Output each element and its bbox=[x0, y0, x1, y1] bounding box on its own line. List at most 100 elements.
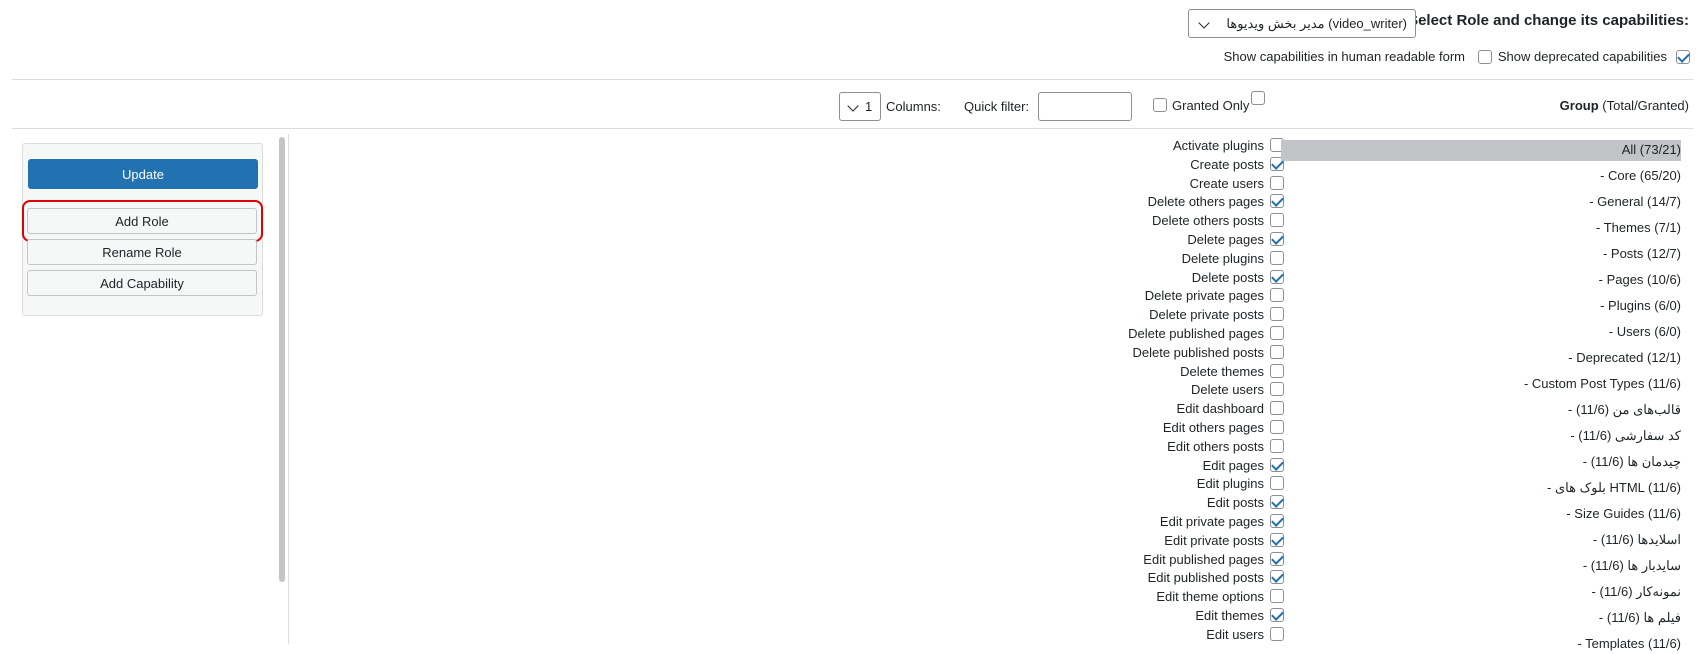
capability-checkbox[interactable] bbox=[1270, 382, 1284, 397]
group-item[interactable]: - Deprecated (12/1) bbox=[1568, 348, 1681, 368]
capability-checkbox[interactable] bbox=[1270, 495, 1284, 510]
capability-label: Edit published posts bbox=[1147, 570, 1264, 586]
capability-checkbox[interactable] bbox=[1270, 589, 1284, 604]
update-button[interactable]: Update bbox=[28, 159, 258, 189]
divider bbox=[12, 79, 1693, 80]
group-item[interactable]: - Size Guides (11/6) bbox=[1566, 504, 1681, 524]
group-header-rest: (Total/Granted) bbox=[1598, 98, 1689, 113]
capability-label: Delete users bbox=[1191, 382, 1264, 398]
granted-only-extra-checkbox[interactable] bbox=[1251, 91, 1265, 105]
chevron-down-icon bbox=[847, 100, 859, 112]
columns-select-value: 1 bbox=[865, 99, 873, 114]
group-item[interactable]: - Pages (10/6) bbox=[1599, 270, 1681, 290]
capability-checkbox[interactable] bbox=[1270, 626, 1284, 641]
capability-checkbox[interactable] bbox=[1270, 551, 1284, 566]
group-item[interactable]: - فیلم ها (11/6) bbox=[1599, 608, 1681, 628]
role-select-value: مدیر بخش ویدیوها (video_writer) bbox=[1226, 16, 1407, 31]
capability-label: Edit dashboard bbox=[1176, 401, 1264, 417]
group-item[interactable]: - Custom Post Types (11/6) bbox=[1524, 374, 1681, 394]
scrollbar-thumb[interactable] bbox=[279, 137, 285, 582]
rename-role-button[interactable]: Rename Role bbox=[27, 239, 257, 265]
human-readable-label: Show capabilities in human readable form bbox=[1223, 49, 1465, 64]
capability-label: Edit posts bbox=[1206, 495, 1264, 511]
capability-label: Create users bbox=[1189, 175, 1264, 191]
role-select[interactable]: مدیر بخش ویدیوها (video_writer) bbox=[1188, 9, 1416, 38]
columns-label: Columns: bbox=[886, 99, 941, 114]
group-item[interactable]: - Templates (11/6) bbox=[1577, 634, 1681, 654]
capability-label: Edit plugins bbox=[1196, 476, 1264, 492]
capability-label: Edit theme options bbox=[1156, 589, 1264, 605]
capability-checkbox[interactable] bbox=[1270, 288, 1284, 303]
quick-filter-input[interactable] bbox=[1038, 92, 1132, 121]
capability-checkbox[interactable] bbox=[1270, 401, 1284, 416]
capability-label: Edit others pages bbox=[1162, 420, 1264, 435]
granted-only-label: Granted Only bbox=[1172, 98, 1250, 113]
capability-checkbox[interactable] bbox=[1270, 175, 1284, 190]
capability-checkbox[interactable] bbox=[1270, 608, 1284, 622]
group-item[interactable]: - Users (6/0) bbox=[1609, 322, 1681, 342]
group-item[interactable]: All (73/21) bbox=[1622, 140, 1681, 160]
capability-checkbox[interactable] bbox=[1270, 232, 1284, 246]
columns-select[interactable]: 1 bbox=[839, 92, 881, 121]
chevron-down-icon bbox=[1198, 17, 1210, 29]
group-item[interactable]: - قالب‌های من (11/6) bbox=[1568, 400, 1681, 420]
capability-checkbox[interactable] bbox=[1270, 344, 1284, 359]
human-readable-checkbox[interactable] bbox=[1478, 50, 1492, 64]
capability-label: Delete posts bbox=[1191, 269, 1264, 285]
add-role-highlight bbox=[22, 200, 263, 242]
add-capability-button[interactable]: Add Capability bbox=[27, 270, 257, 296]
group-item[interactable]: - Plugins (6/0) bbox=[1600, 296, 1681, 316]
vertical-divider bbox=[288, 134, 289, 644]
group-item[interactable]: - بلوک های HTML (11/6) bbox=[1547, 478, 1681, 498]
capability-label: Create posts bbox=[1190, 156, 1264, 172]
capability-label: Edit private posts bbox=[1164, 532, 1264, 548]
capability-label: Edit users bbox=[1206, 626, 1264, 642]
capability-label: Edit pages bbox=[1202, 457, 1264, 473]
group-item[interactable]: - اسلایدها (11/6) bbox=[1593, 530, 1681, 550]
capability-checkbox[interactable] bbox=[1270, 269, 1284, 284]
capability-checkbox[interactable] bbox=[1270, 438, 1284, 453]
capability-checkbox[interactable] bbox=[1270, 194, 1284, 209]
capability-label: Delete private pages bbox=[1144, 288, 1264, 304]
show-deprecated-label: Show deprecated capabilities bbox=[1497, 49, 1667, 64]
show-deprecated-checkbox[interactable] bbox=[1676, 50, 1690, 64]
capability-checkbox[interactable] bbox=[1270, 570, 1284, 585]
capability-label: Edit others posts bbox=[1167, 438, 1264, 454]
group-item[interactable]: - کد سفارشی (11/6) bbox=[1570, 426, 1681, 446]
group-item[interactable]: - Themes (7/1) bbox=[1596, 218, 1681, 238]
capability-label: Delete others pages bbox=[1147, 194, 1264, 210]
capability-label: Edit private pages bbox=[1159, 514, 1264, 529]
group-item[interactable]: - سایدبار ها (11/6) bbox=[1583, 556, 1681, 576]
capability-checkbox[interactable] bbox=[1270, 326, 1284, 340]
capability-label: Delete pages bbox=[1187, 232, 1264, 247]
group-item[interactable]: - General (14/7) bbox=[1589, 192, 1681, 212]
capability-label: Delete private posts bbox=[1149, 307, 1264, 323]
capability-label: Edit published pages bbox=[1143, 551, 1264, 567]
capability-checkbox[interactable] bbox=[1270, 250, 1284, 265]
capability-checkbox[interactable] bbox=[1270, 307, 1284, 322]
capability-checkbox[interactable] bbox=[1270, 213, 1284, 228]
capability-checkbox[interactable] bbox=[1270, 476, 1284, 491]
capability-label: Edit themes bbox=[1195, 608, 1264, 623]
capability-checkbox[interactable] bbox=[1270, 363, 1284, 378]
group-item[interactable]: - Posts (12/7) bbox=[1603, 244, 1681, 264]
granted-only-checkbox[interactable] bbox=[1153, 98, 1167, 112]
capability-checkbox[interactable] bbox=[1270, 420, 1284, 434]
capability-label: Activate plugins bbox=[1172, 138, 1264, 153]
group-item[interactable]: - نمونه‌کار (11/6) bbox=[1592, 582, 1681, 602]
capability-label: Delete plugins bbox=[1181, 250, 1264, 266]
capability-label: Delete published posts bbox=[1132, 344, 1264, 360]
divider bbox=[12, 128, 1693, 129]
group-header-bold: Group bbox=[1559, 98, 1599, 113]
capability-checkbox[interactable] bbox=[1270, 514, 1284, 528]
capability-label: Delete themes bbox=[1180, 363, 1264, 379]
capability-label: Delete others posts bbox=[1151, 213, 1264, 229]
group-header: Group (Total/Granted) bbox=[1560, 98, 1689, 113]
group-item[interactable]: - Core (65/20) bbox=[1600, 166, 1681, 186]
capability-label: Delete published pages bbox=[1128, 326, 1264, 341]
capability-checkbox[interactable] bbox=[1270, 532, 1284, 547]
page-title: Select Role and change its capabilities: bbox=[1408, 12, 1689, 29]
group-item[interactable]: - چیدمان ها (11/6) bbox=[1583, 452, 1681, 472]
quick-filter-label: Quick filter: bbox=[964, 99, 1030, 114]
capability-checkbox[interactable] bbox=[1270, 457, 1284, 472]
